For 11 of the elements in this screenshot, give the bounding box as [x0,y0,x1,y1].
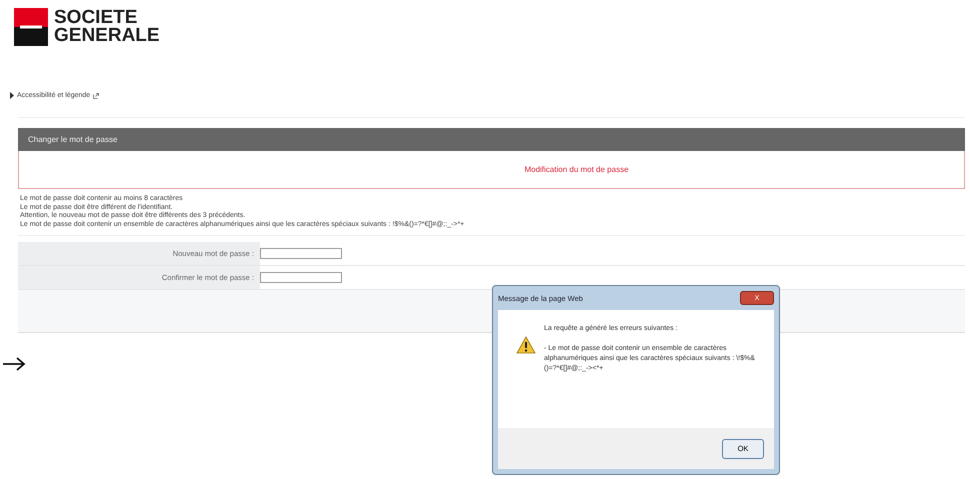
logo-text: SOCIETE [54,9,138,27]
arrow-icon [2,357,26,371]
password-field[interactable] [260,248,342,259]
warning-icon [516,336,536,354]
panel-subtitle: Modification du mot de passe [524,165,629,174]
logo-icon [14,8,48,46]
external-link-icon [93,92,100,98]
panel-header: Changer le mot de passe [18,128,965,151]
logo-text: GENERALE [54,27,160,45]
password-field[interactable] [260,272,342,283]
bullet-icon [10,92,14,99]
